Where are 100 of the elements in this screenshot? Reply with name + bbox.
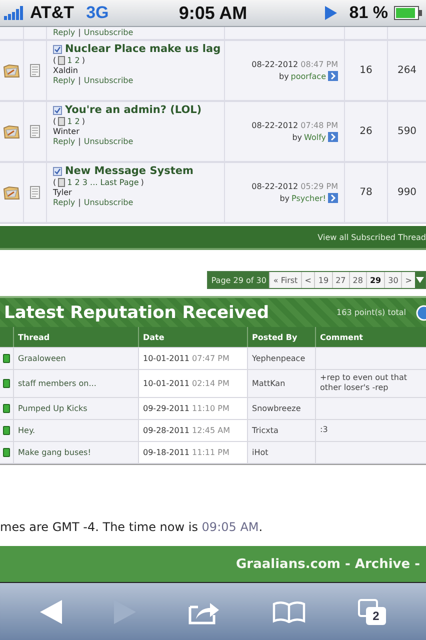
table-cell: Yephenpeace	[248, 348, 316, 369]
checkbox-icon	[53, 44, 62, 54]
carrier-name: AT&T	[30, 3, 74, 23]
reputation-icon	[3, 448, 10, 457]
thread-title[interactable]: You're an admin? (LOL)	[65, 104, 202, 116]
thread-author: Xaldin	[53, 66, 79, 75]
last-poster-link[interactable]: Wolfy	[304, 132, 326, 142]
section-title: Latest Reputation Received	[4, 302, 270, 322]
pages-icon	[58, 178, 66, 187]
column-header: Date	[139, 327, 248, 347]
go-arrow-icon[interactable]	[328, 71, 338, 81]
last-poster-link[interactable]: poorface	[290, 72, 326, 80]
help-icon[interactable]	[416, 304, 426, 320]
page-menu-button[interactable]	[415, 272, 425, 288]
document-icon	[30, 64, 40, 77]
go-arrow-icon[interactable]	[328, 193, 338, 203]
link-separator: |	[78, 198, 81, 207]
link-separator: |	[78, 28, 81, 37]
thread-title[interactable]: Nuclear Place make us lag	[65, 43, 221, 55]
view-count: 590	[396, 125, 418, 139]
checkbox-icon	[53, 106, 62, 114]
bookmarks-icon[interactable]	[272, 600, 306, 622]
unsubscribe-link[interactable]: Unsubscribe	[84, 137, 134, 146]
page-button[interactable]: 28	[348, 272, 366, 288]
parenthesis: )	[82, 56, 85, 65]
page-button[interactable]: 29	[366, 272, 384, 288]
view-count: 990	[396, 186, 418, 200]
reply-count: 78	[345, 163, 388, 222]
view-count: 264	[396, 64, 418, 78]
clock: 9:05 AM	[178, 2, 248, 24]
document-icon	[30, 186, 40, 199]
parenthesis: (	[53, 56, 56, 65]
footer-note: mes are GMT -4. The time now is 09:05 AM.	[0, 520, 264, 534]
rep-date: 09-28-2011	[143, 426, 190, 435]
view-all-link[interactable]: View all Subscribed Thread	[318, 232, 426, 242]
rep-time: 02:14 PM	[192, 378, 230, 388]
column-header: Thread	[14, 327, 139, 347]
page-button[interactable]: <	[300, 272, 314, 288]
page-button[interactable]: 27	[332, 272, 349, 288]
post-date: 08-22-2012	[252, 60, 298, 69]
rep-date: 09-18-2011	[143, 448, 190, 457]
thread-title[interactable]: New Message System	[65, 165, 194, 177]
rep-date: 10-01-2011	[143, 378, 190, 388]
parenthesis: )	[140, 178, 144, 187]
unsubscribe-link[interactable]: Unsubscribe	[84, 76, 134, 85]
parenthesis: (	[53, 117, 56, 126]
unsubscribe-link[interactable]: Unsubscribe	[84, 28, 134, 37]
page-label: Page 29 of 30	[208, 272, 270, 288]
reply-link[interactable]: Reply	[53, 76, 76, 85]
page-links[interactable]: 1 2 3 ... Last Page	[67, 178, 139, 187]
reply-link[interactable]: Reply	[53, 137, 76, 146]
rep-date: 09-29-2011	[143, 404, 190, 413]
page-links[interactable]: 1 2	[67, 56, 80, 65]
pages-icon	[58, 56, 66, 65]
location-icon	[325, 6, 338, 20]
reply-count: 16	[345, 41, 388, 100]
last-poster-link[interactable]: Psycher!	[292, 194, 326, 202]
link-separator: |	[78, 137, 81, 146]
reputation-icon	[3, 354, 10, 363]
folder-icon	[3, 124, 20, 139]
back-icon[interactable]	[40, 600, 62, 624]
thread-author: Tyler	[53, 188, 73, 197]
go-arrow-icon[interactable]	[328, 132, 338, 142]
reply-link[interactable]: Reply	[53, 28, 76, 37]
rep-time: 07:47 PM	[192, 354, 230, 363]
table-cell: Tricxta	[248, 420, 316, 441]
reputation-icon	[3, 426, 10, 435]
document-icon	[30, 125, 40, 138]
by-label: by	[280, 194, 290, 202]
tabs-button[interactable]: 2	[358, 598, 386, 624]
folder-icon	[3, 63, 20, 78]
page-button[interactable]: « First	[269, 272, 301, 288]
rep-date: 10-01-2011	[143, 354, 190, 363]
page-button[interactable]: 30	[384, 272, 402, 288]
footer-title: Graalians.com - Archive -	[236, 556, 420, 572]
reply-link[interactable]: Reply	[53, 198, 76, 207]
post-date: 08-22-2012	[252, 182, 298, 191]
table-cell-text: +rep to even out that other loser's -rep	[319, 372, 408, 394]
folder-icon	[3, 185, 20, 200]
points-total: 163 point(s) total	[336, 308, 406, 317]
link-separator: |	[78, 76, 81, 85]
unsubscribe-link[interactable]: Unsubscribe	[84, 198, 134, 207]
pages-icon	[58, 117, 66, 126]
parenthesis: (	[53, 178, 56, 187]
table-cell-text: :3	[319, 424, 329, 436]
table-cell: MattKan	[248, 370, 316, 397]
page-button[interactable]: 19	[314, 272, 332, 288]
reply-count: 26	[345, 102, 388, 161]
thread-author: Winter	[53, 127, 80, 136]
reputation-icon	[3, 404, 10, 413]
post-date: 08-22-2012	[252, 121, 298, 130]
by-label: by	[292, 132, 302, 142]
checkbox-icon	[53, 166, 62, 176]
signal-icon	[4, 6, 26, 20]
table-cell: iHot	[248, 442, 316, 463]
network-type: 3G	[86, 3, 109, 23]
post-time: 05:29 PM	[300, 182, 338, 191]
rep-time: 11:11 PM	[192, 448, 230, 457]
page-links[interactable]: 1 2	[67, 117, 80, 126]
post-time: 07:48 PM	[300, 121, 338, 130]
